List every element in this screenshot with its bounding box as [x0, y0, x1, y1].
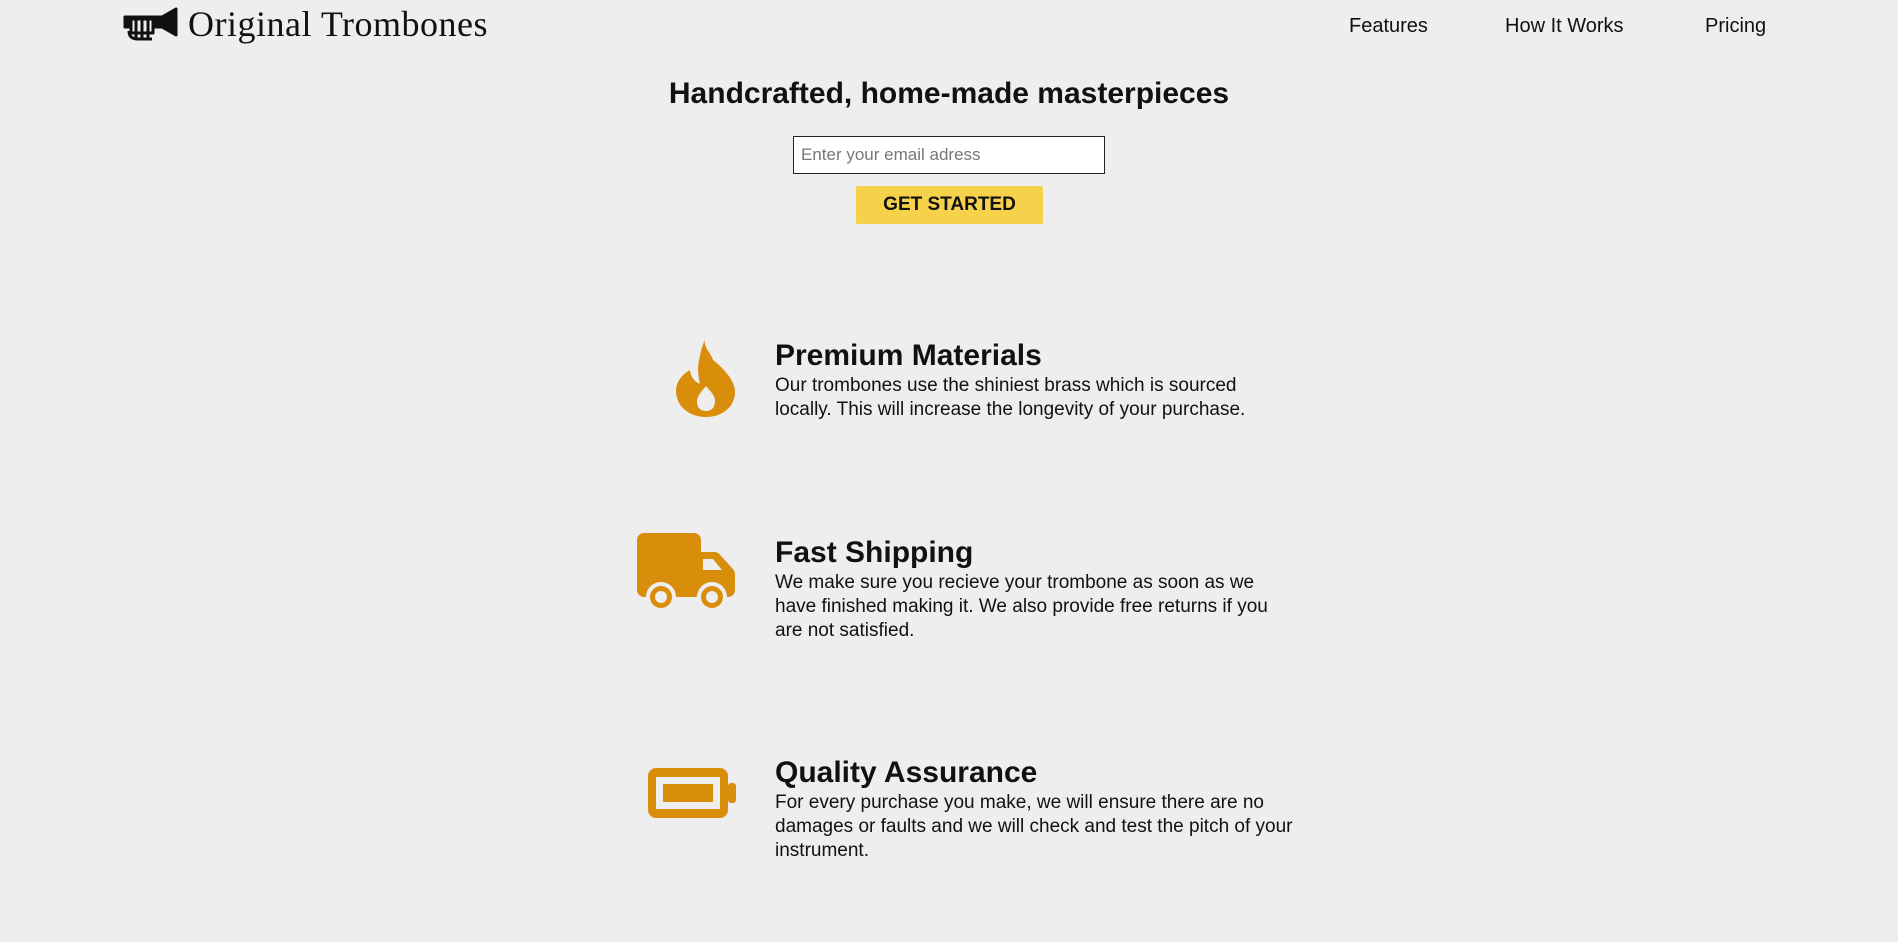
feature-title: Fast Shipping — [775, 536, 974, 569]
nav-link-how-it-works[interactable]: How It Works — [1505, 12, 1624, 40]
feature-text: Quality Assurance For every purchase you… — [775, 755, 1295, 863]
feature-title: Quality Assurance — [775, 756, 1038, 789]
feature-title: Premium Materials — [775, 339, 1042, 372]
hero-section: Handcrafted, home-made masterpieces — [0, 70, 1898, 118]
fire-icon — [676, 336, 735, 417]
site-header: Original Trombones Features How It Works… — [0, 0, 1898, 52]
feature-description: We make sure you recieve your trombone a… — [775, 572, 1268, 641]
hero-title: Handcrafted, home-made masterpieces — [668, 77, 1230, 110]
battery-icon — [648, 768, 736, 818]
main-nav: Features How It Works Pricing — [0, 12, 1898, 42]
feature-text: Premium Materials Our trombones use the … — [775, 338, 1295, 422]
nav-link-pricing[interactable]: Pricing — [1705, 12, 1766, 40]
truck-icon — [637, 533, 735, 612]
email-input[interactable] — [793, 136, 1105, 174]
nav-link-features[interactable]: Features — [1349, 12, 1428, 40]
feature-text: Fast Shipping We make sure you recieve y… — [775, 535, 1295, 643]
feature-description: Our trombones use the shiniest brass whi… — [775, 375, 1246, 420]
feature-description: For every purchase you make, we will ens… — [775, 792, 1293, 861]
get-started-button[interactable]: GET STARTED — [856, 186, 1043, 224]
